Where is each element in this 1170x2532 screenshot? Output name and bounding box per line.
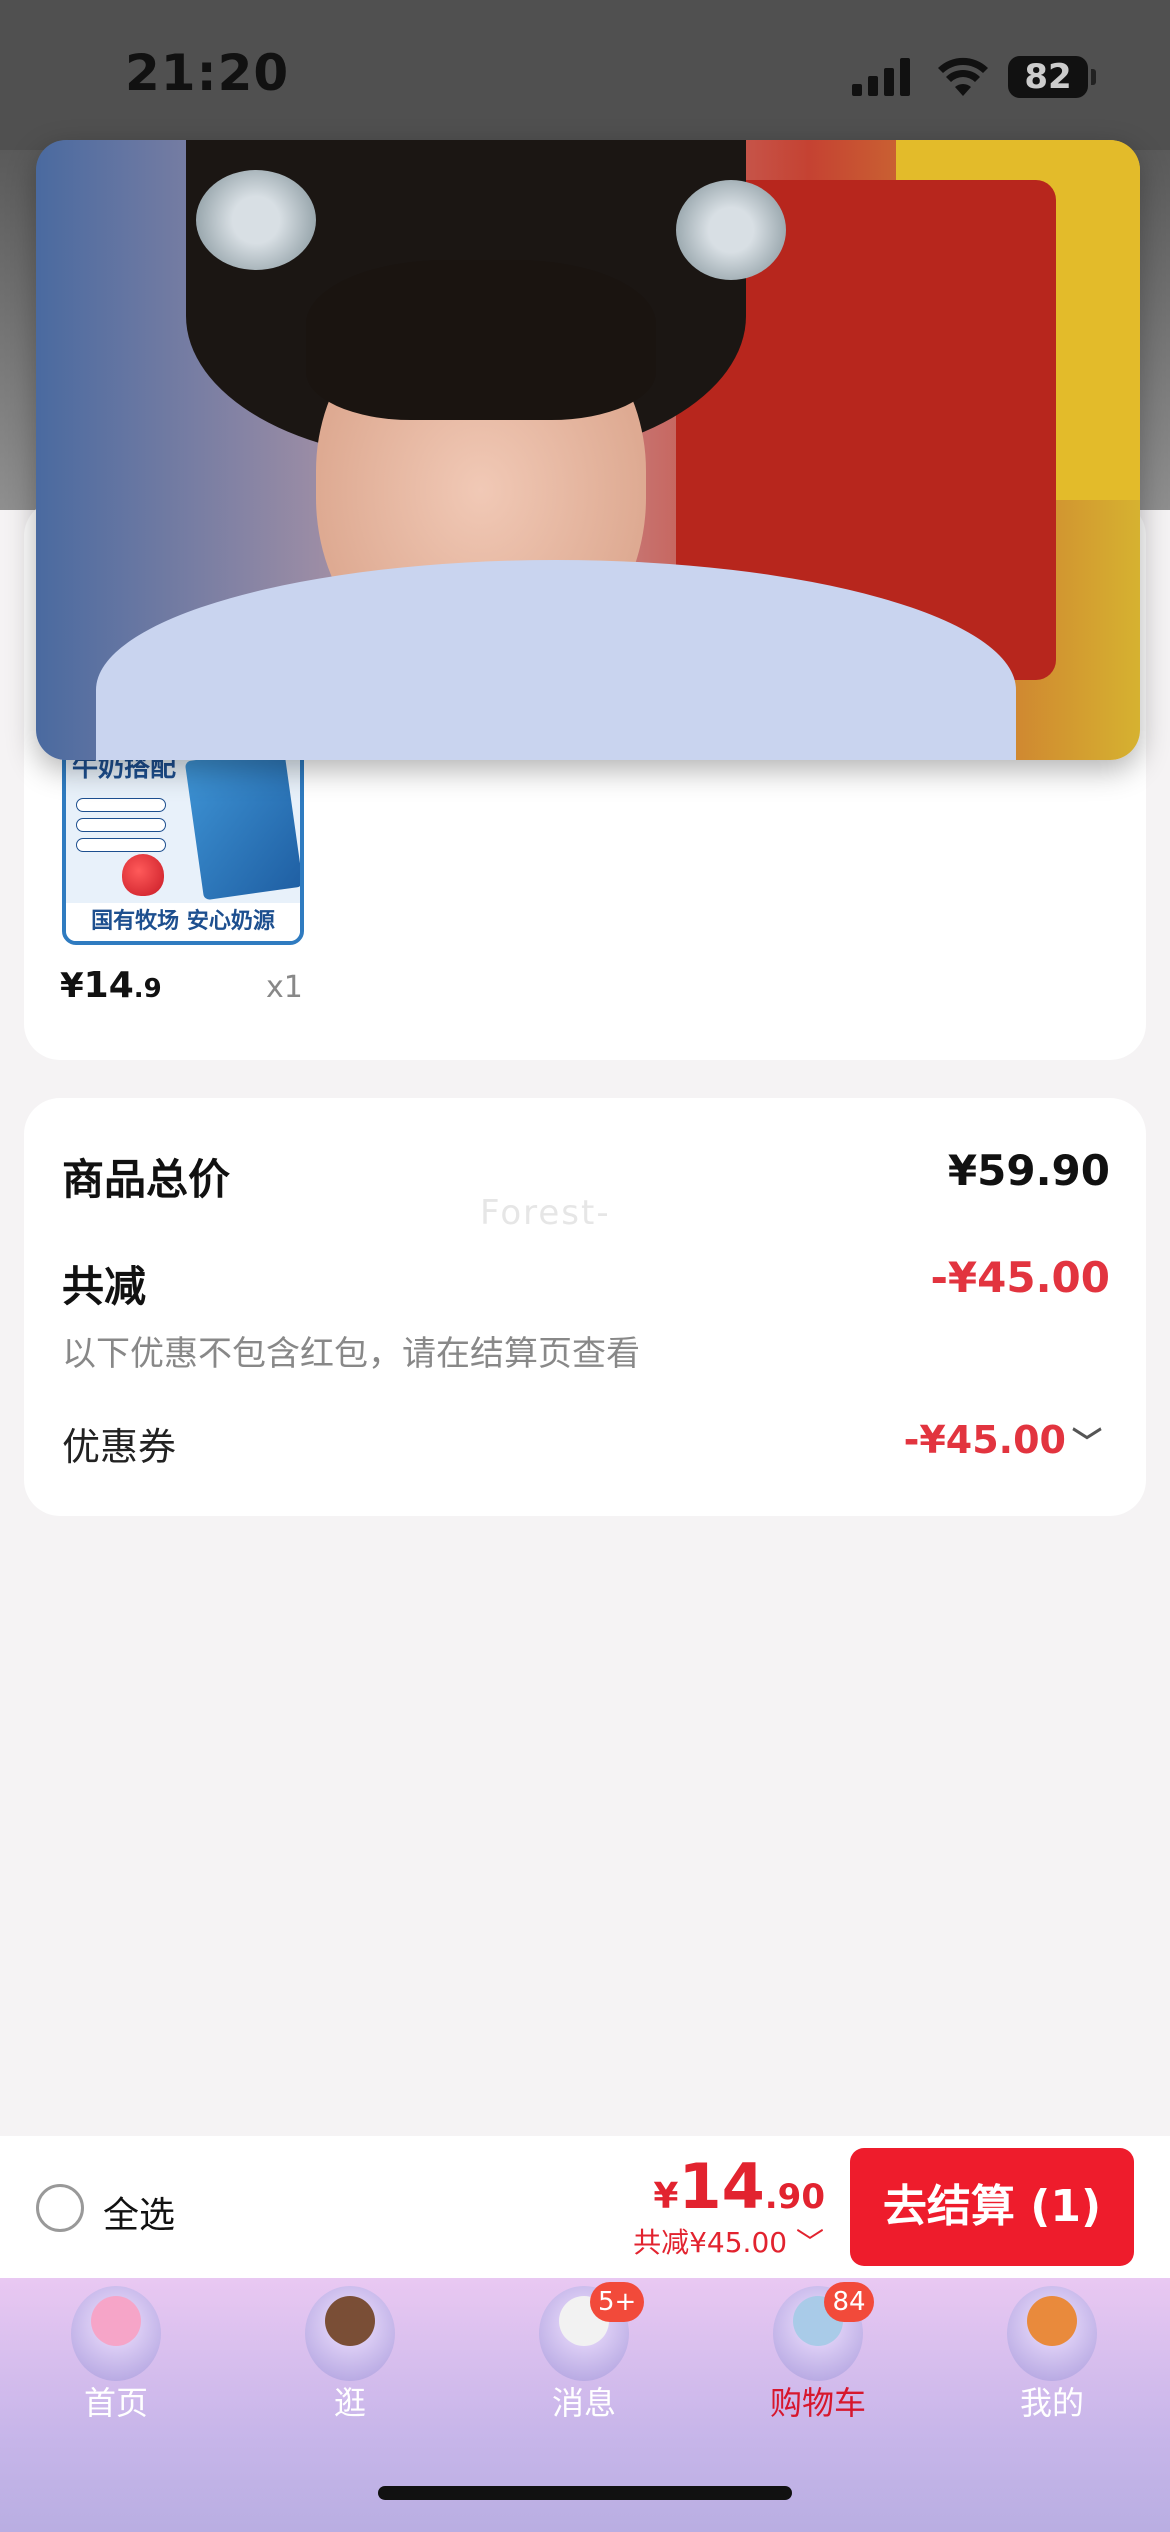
- status-time: 21:20: [125, 44, 290, 102]
- battery-icon: 82: [1008, 56, 1096, 98]
- profile-avatar-icon: [1007, 2286, 1097, 2381]
- price-currency: ¥: [60, 966, 84, 1006]
- total-price-label: 商品总价: [62, 1155, 231, 1204]
- cart-total: ¥14.90: [653, 2150, 825, 2223]
- tab-cart[interactable]: 84 购物车: [748, 2282, 888, 2436]
- tab-label: 消息: [551, 2384, 616, 2422]
- video-figure-bangs: [306, 260, 656, 420]
- price-integer: 14: [83, 965, 134, 1006]
- tab-home[interactable]: 首页: [46, 2286, 186, 2436]
- video-hair-ornament: [676, 180, 786, 280]
- browse-avatar-icon: [305, 2286, 395, 2381]
- coupon-label[interactable]: 优惠券: [62, 1416, 176, 1471]
- price-summary-card: 商品总价 ¥59.90 共减 -¥45.00 以下优惠不包含红包，请在结算页查看…: [24, 1098, 1146, 1516]
- cellular-signal-icon: [852, 56, 914, 96]
- tab-label: 逛: [333, 2384, 366, 2422]
- discount-note: 以下优惠不包含红包，请在结算页查看: [62, 1334, 640, 1374]
- tab-label: 购物车: [769, 2384, 866, 2422]
- tab-browse[interactable]: 逛: [280, 2286, 420, 2436]
- video-hair-ornament: [196, 170, 316, 270]
- picture-in-picture-video[interactable]: [36, 140, 1140, 760]
- chevron-down-icon: ﹀: [1072, 1426, 1102, 1461]
- total-decimal: .90: [764, 2177, 825, 2217]
- product-image-tag: [76, 838, 166, 852]
- total-currency: ¥: [653, 2176, 679, 2217]
- product-image-slogan: 国有牧场 安心奶源: [66, 903, 300, 941]
- discount-detail-text: 共减¥45.00: [633, 2226, 788, 2259]
- strawberry-graphic: [122, 854, 164, 896]
- product-box-graphic: [184, 747, 300, 901]
- coupon-amount: -¥45.00: [903, 1418, 1066, 1462]
- checkout-button[interactable]: 去结算 (1): [850, 2148, 1134, 2266]
- chevron-down-icon: ﹀: [787, 2226, 824, 2259]
- reduction-value: -¥45.00: [930, 1253, 1110, 1302]
- price-decimal: .9: [133, 974, 162, 1004]
- home-indicator[interactable]: [378, 2486, 792, 2500]
- reduction-label: 共减: [62, 1262, 147, 1311]
- watermark: Forest-: [480, 1193, 611, 1233]
- total-integer: 14: [678, 2150, 765, 2223]
- product-image-tag: [76, 818, 166, 832]
- messages-badge: 5+: [590, 2282, 645, 2322]
- product-image[interactable]: 牛奶搭配 国有牧场 安心奶源: [62, 740, 304, 945]
- tab-messages[interactable]: 5+ 消息: [514, 2282, 654, 2436]
- total-price-value: ¥59.90: [947, 1146, 1110, 1195]
- wifi-icon: [938, 57, 988, 96]
- tab-profile[interactable]: 我的: [982, 2286, 1122, 2436]
- coupon-value[interactable]: -¥45.00 ﹀: [904, 1418, 1102, 1462]
- product-image-tag: [76, 798, 166, 812]
- tab-label: 我的: [1019, 2384, 1084, 2422]
- item-price: ¥14.9: [60, 965, 162, 1006]
- home-avatar-icon: [71, 2286, 161, 2381]
- item-quantity[interactable]: x1: [266, 970, 303, 1005]
- select-all-label[interactable]: 全选: [103, 2186, 175, 2238]
- select-all-checkbox[interactable]: [36, 2184, 84, 2232]
- checkout-bar: 全选 ¥14.90 共减¥45.00 ﹀ 去结算 (1): [0, 2136, 1170, 2278]
- discount-detail-toggle[interactable]: 共减¥45.00 ﹀: [633, 2221, 824, 2261]
- status-bar: 21:20 82: [0, 0, 1170, 150]
- cart-badge: 84: [824, 2282, 874, 2322]
- tab-label: 首页: [83, 2384, 148, 2422]
